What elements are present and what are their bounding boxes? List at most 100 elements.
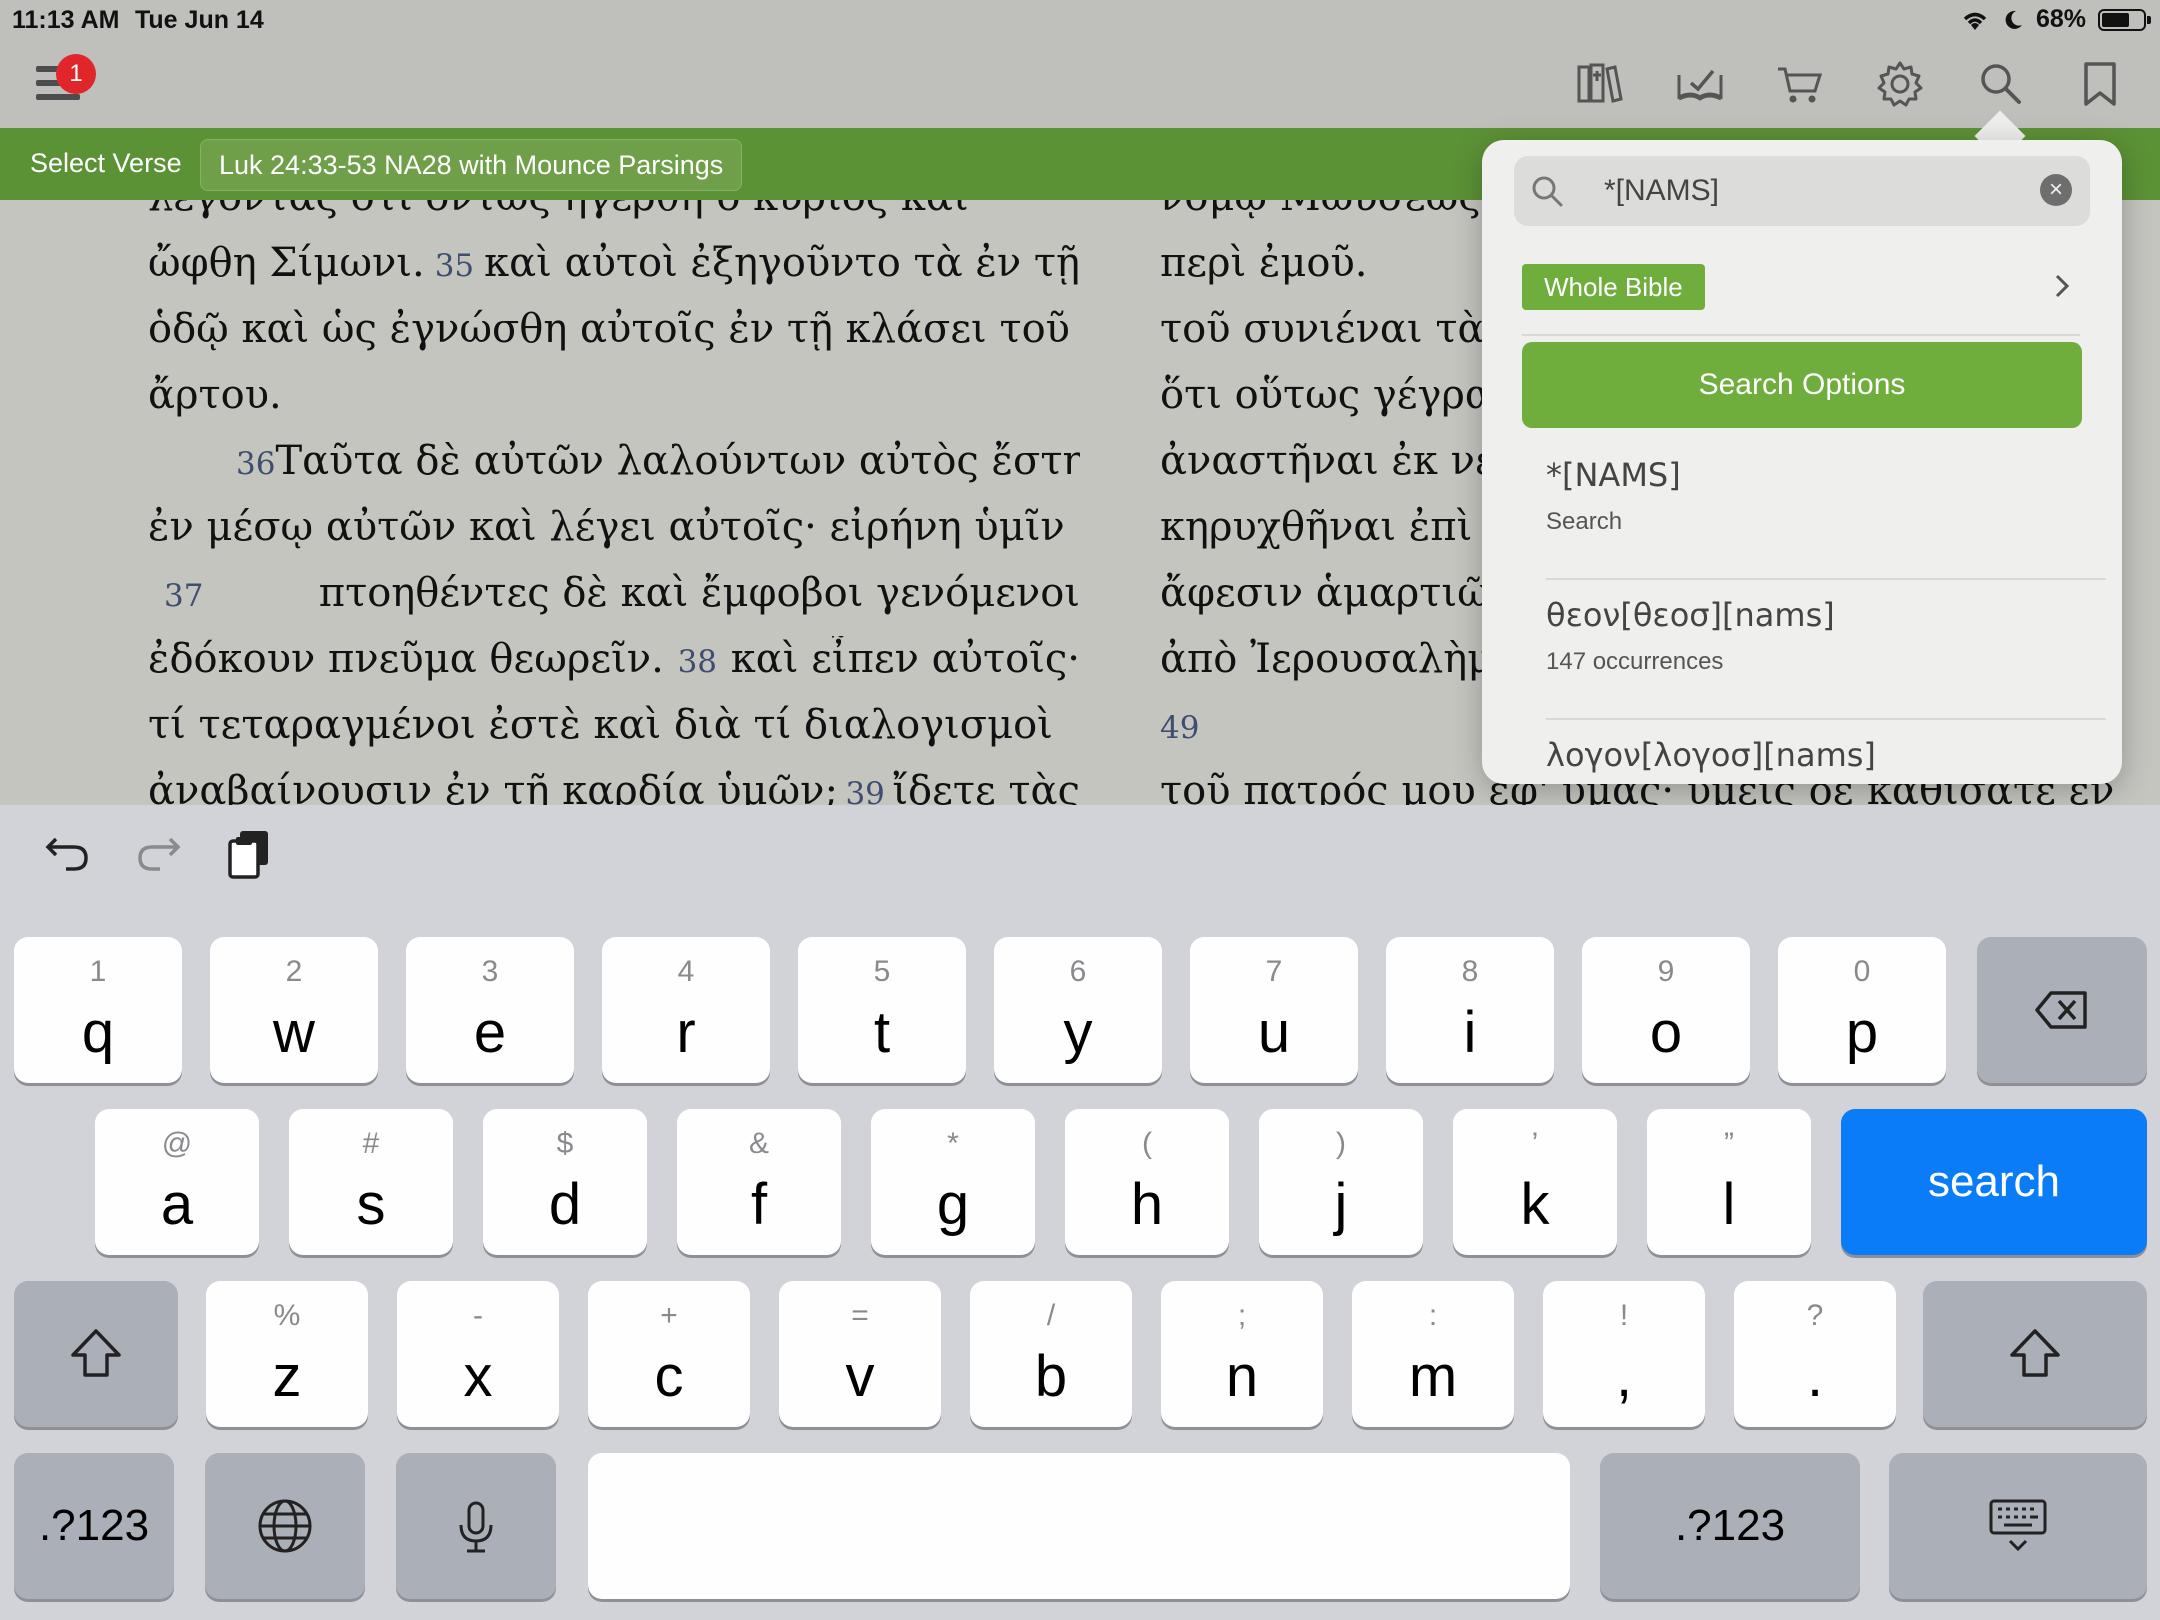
- text-line: 36 Ταῦτα δὲ αὐτῶν λαλούντων αὐτὸς ἔστη: [148, 438, 1080, 504]
- verse-number[interactable]: 36: [236, 446, 275, 482]
- key-o[interactable]: 9o: [1582, 937, 1750, 1083]
- hide-keyboard-key[interactable]: [1889, 1453, 2147, 1599]
- key-w[interactable]: 2w: [210, 937, 378, 1083]
- key-alt-label: 2: [285, 955, 303, 988]
- key-x[interactable]: -x: [397, 1281, 559, 1427]
- verse-number[interactable]: 35: [435, 248, 474, 284]
- key-alt-label: ”: [1724, 1127, 1734, 1160]
- search-input[interactable]: *[NAMS] ×: [1514, 156, 2090, 226]
- select-verse-button[interactable]: Select Verse: [30, 148, 182, 179]
- verse-text: ἀπὸ Ἰερουσαλὴμ: [1160, 636, 1494, 682]
- key-l[interactable]: ” l: [1647, 1109, 1811, 1255]
- key-g[interactable]: * g: [871, 1109, 1035, 1255]
- key-alt-label: 7: [1265, 955, 1283, 988]
- search-scope-row[interactable]: Whole Bible: [1522, 264, 2080, 336]
- key-label: i: [1463, 1000, 1477, 1065]
- key-label: u: [1257, 1000, 1291, 1065]
- globe-key[interactable]: [205, 1453, 365, 1599]
- key-label: k: [1520, 1172, 1550, 1237]
- history-item[interactable]: *[NAMS] Search: [1546, 440, 2106, 580]
- settings-button[interactable]: [1870, 58, 1930, 110]
- verse-number[interactable]: 49: [1160, 710, 1199, 746]
- numbers-key-left[interactable]: .?123: [14, 1453, 174, 1599]
- key-d[interactable]: $ d: [483, 1109, 647, 1255]
- redo-button[interactable]: [130, 825, 190, 885]
- key-punct-8[interactable]: ?.: [1734, 1281, 1896, 1427]
- key-alt-label: /: [1046, 1299, 1056, 1332]
- key-y[interactable]: 6y: [994, 937, 1162, 1083]
- key-alt-label: 4: [677, 955, 695, 988]
- status-date: Tue Jun 14: [135, 6, 264, 34]
- bookmark-button[interactable]: [2070, 58, 2130, 110]
- search-popover: *[NAMS] × Whole Bible Search Options *[N…: [1482, 140, 2122, 784]
- key-t[interactable]: 5t: [798, 937, 966, 1083]
- bookmark-icon: [2084, 62, 2116, 106]
- key-c[interactable]: + c: [588, 1281, 750, 1427]
- verse-number[interactable]: 37: [164, 578, 203, 614]
- gear-icon: [1877, 61, 1923, 107]
- key-label: a: [160, 1172, 194, 1237]
- verse-text: ἐδόκουν πνεῦμα θεωρεῖν.: [148, 636, 664, 682]
- close-icon: ×: [2048, 176, 2063, 203]
- reading-plan-button[interactable]: [1670, 58, 1730, 110]
- verse-number[interactable]: 39: [845, 776, 884, 805]
- key-punct-7[interactable]: !,: [1543, 1281, 1705, 1427]
- dictation-key[interactable]: [396, 1453, 556, 1599]
- search-options-button[interactable]: Search Options: [1522, 342, 2082, 428]
- search-key[interactable]: search: [1841, 1109, 2147, 1255]
- chevron-right-icon: [2055, 274, 2070, 298]
- passage-reference-button[interactable]: Luk 24:33-53 NA28 with Mounce Parsings: [200, 139, 743, 191]
- key-i[interactable]: 8i: [1386, 937, 1554, 1083]
- history-item[interactable]: λογον[λογοσ][nams]: [1546, 720, 2106, 784]
- numbers-key-right[interactable]: .?123: [1600, 1453, 1860, 1599]
- shift-key-left[interactable]: [14, 1281, 178, 1427]
- key-p[interactable]: 0p: [1778, 937, 1946, 1083]
- key-v[interactable]: = v: [779, 1281, 941, 1427]
- key-z[interactable]: % z: [206, 1281, 368, 1427]
- numbers-key-label: .?123: [1674, 1501, 1786, 1550]
- history-item[interactable]: θεον[θεοσ][nams] 147 occurrences: [1546, 580, 2106, 720]
- verse-text: ἄφεσιν ἁμαρτιῶν: [1160, 570, 1515, 616]
- key-e[interactable]: 3e: [406, 937, 574, 1083]
- text-line: ὁδῷ καὶ ὡς ἐγνώσθη αὐτοῖς ἐν τῇ κλάσει τ…: [148, 306, 1080, 372]
- key-alt-label: ): [1336, 1127, 1346, 1160]
- key-b[interactable]: / b: [970, 1281, 1132, 1427]
- key-a[interactable]: @ a: [95, 1109, 259, 1255]
- search-button[interactable]: [1970, 58, 2030, 110]
- key-label: r: [676, 1000, 696, 1065]
- key-u[interactable]: 7u: [1190, 937, 1358, 1083]
- key-j[interactable]: ) j: [1259, 1109, 1423, 1255]
- key-q[interactable]: 1q: [14, 937, 182, 1083]
- battery-icon: [2098, 8, 2151, 31]
- key-m[interactable]: :m: [1352, 1281, 1514, 1427]
- paste-button[interactable]: [222, 825, 282, 885]
- undo-button[interactable]: [40, 825, 100, 885]
- key-label: l: [1722, 1172, 1736, 1237]
- key-f[interactable]: & f: [677, 1109, 841, 1255]
- clear-search-button[interactable]: ×: [2040, 174, 2072, 206]
- delete-key[interactable]: [1977, 937, 2147, 1083]
- space-key[interactable]: [588, 1453, 1570, 1599]
- keyboard-dismiss-icon: [1989, 1499, 2047, 1552]
- key-label: h: [1130, 1172, 1164, 1237]
- verse-text: καὶ αὐτοὶ ἐξηγοῦντο τὰ ἐν τῇ: [484, 240, 1080, 286]
- key-n[interactable]: ; n: [1161, 1281, 1323, 1427]
- store-button[interactable]: [1770, 58, 1830, 110]
- verse-text: τοῦ συνιέναι τὰς: [1160, 306, 1507, 352]
- clipboard-icon: [228, 831, 268, 879]
- history-subtitle: 147 occurrences: [1546, 648, 1724, 675]
- key-h[interactable]: (h: [1065, 1109, 1229, 1255]
- library-button[interactable]: [1570, 58, 1630, 110]
- key-k[interactable]: ’ k: [1453, 1109, 1617, 1255]
- status-time: 11:13 AM: [12, 6, 120, 34]
- key-s[interactable]: # s: [289, 1109, 453, 1255]
- verse-text: ὤφθη Σίμωνι.: [148, 240, 425, 286]
- shift-key-right[interactable]: [1923, 1281, 2147, 1427]
- key-alt-label: &: [748, 1127, 769, 1160]
- key-r[interactable]: 4r: [602, 937, 770, 1083]
- menu-button[interactable]: 1: [36, 54, 100, 120]
- key-alt-label: $: [556, 1127, 574, 1160]
- text-line: 37 πτοηθέντες δὲ καὶ ἔμφοβοι γενόμενοι: [148, 570, 1080, 636]
- verse-number[interactable]: 38: [678, 644, 717, 680]
- verse-text: ὅτι οὕτως γέγρα: [1160, 372, 1492, 418]
